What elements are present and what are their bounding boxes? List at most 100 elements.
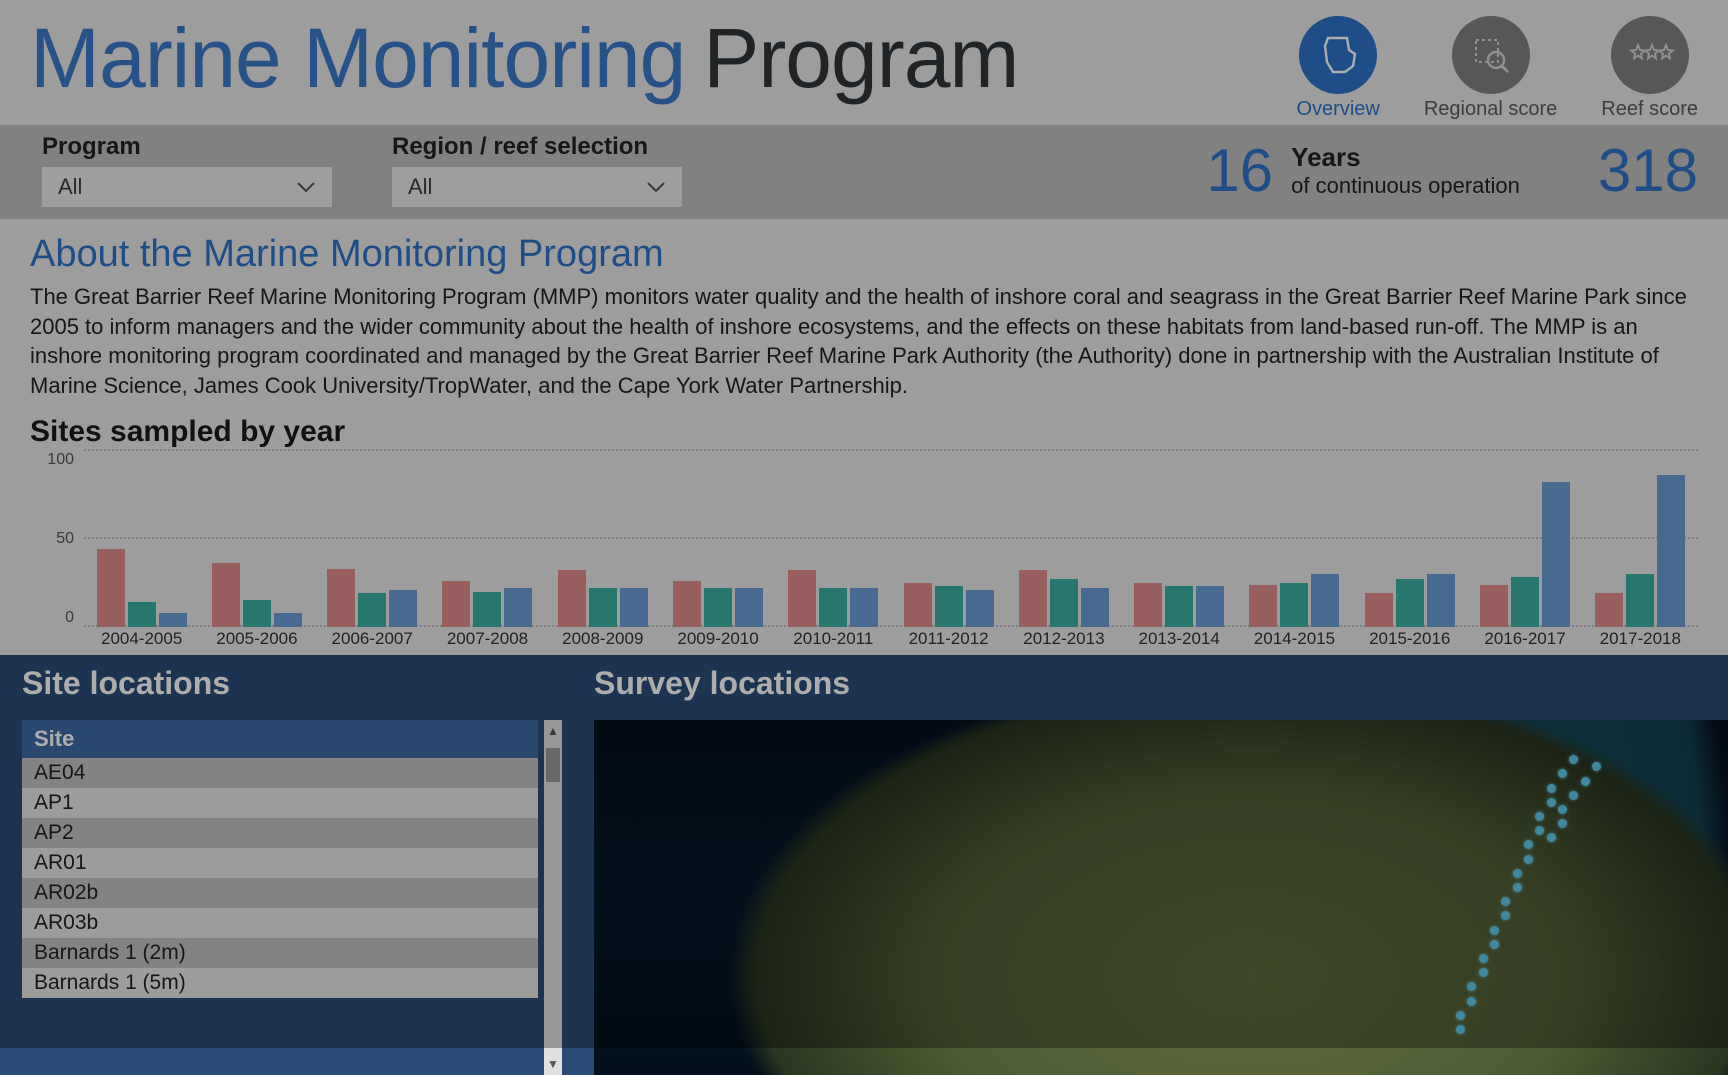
survey-site-marker[interactable] <box>1501 911 1510 920</box>
table-row[interactable]: AE04 <box>22 758 538 788</box>
year-group <box>1122 451 1237 627</box>
bar[interactable] <box>1249 585 1277 627</box>
survey-site-marker[interactable] <box>1547 833 1556 842</box>
bar[interactable] <box>673 581 701 627</box>
survey-site-marker[interactable] <box>1490 926 1499 935</box>
bar[interactable] <box>1511 577 1539 626</box>
bar[interactable] <box>442 581 470 627</box>
region-select[interactable]: All <box>392 167 682 207</box>
year-group <box>891 451 1006 627</box>
survey-site-marker[interactable] <box>1558 769 1567 778</box>
tab-regional-score[interactable]: Regional score <box>1424 16 1557 121</box>
bar[interactable] <box>389 590 417 627</box>
bar[interactable] <box>97 549 125 626</box>
bar[interactable] <box>558 570 586 626</box>
scroll-up-icon[interactable]: ▲ <box>544 720 562 742</box>
bar[interactable] <box>327 569 355 627</box>
bar[interactable] <box>1050 579 1078 627</box>
year-group <box>776 451 891 627</box>
bar[interactable] <box>1365 593 1393 626</box>
bar[interactable] <box>935 586 963 626</box>
survey-site-marker[interactable] <box>1467 982 1476 991</box>
survey-site-marker[interactable] <box>1513 869 1522 878</box>
bar[interactable] <box>1595 593 1623 626</box>
program-select[interactable]: All <box>42 167 332 207</box>
survey-site-marker[interactable] <box>1569 791 1578 800</box>
survey-site-marker[interactable] <box>1547 798 1556 807</box>
bar[interactable] <box>212 563 240 626</box>
year-group <box>315 451 430 627</box>
years-caption-2: of continuous operation <box>1291 173 1520 199</box>
survey-site-marker[interactable] <box>1558 819 1567 828</box>
x-tick: 2010-2011 <box>776 629 891 651</box>
bar[interactable] <box>704 588 732 627</box>
table-row[interactable]: AR03b <box>22 908 538 938</box>
site-table[interactable]: Site AE04AP1AP2AR01AR02bAR03bBarnards 1 … <box>22 720 538 1075</box>
bar[interactable] <box>159 613 187 627</box>
x-tick: 2017-2018 <box>1583 629 1698 651</box>
survey-site-marker[interactable] <box>1513 883 1522 892</box>
survey-site-marker[interactable] <box>1501 897 1510 906</box>
survey-site-marker[interactable] <box>1490 940 1499 949</box>
bar[interactable] <box>243 600 271 626</box>
year-group <box>1237 451 1352 627</box>
survey-site-marker[interactable] <box>1535 826 1544 835</box>
bar[interactable] <box>274 613 302 627</box>
survey-site-marker[interactable] <box>1479 954 1488 963</box>
survey-site-marker[interactable] <box>1456 1011 1465 1020</box>
bar[interactable] <box>1081 588 1109 627</box>
survey-site-marker[interactable] <box>1467 997 1476 1006</box>
survey-site-marker[interactable] <box>1524 855 1533 864</box>
year-group <box>545 451 660 627</box>
scroll-thumb[interactable] <box>546 748 560 782</box>
site-scrollbar[interactable]: ▲ ▼ <box>544 720 562 1075</box>
bar[interactable] <box>1396 579 1424 627</box>
bar[interactable] <box>1019 570 1047 626</box>
table-row[interactable]: Barnards 1 (5m) <box>22 968 538 998</box>
table-row[interactable]: AR02b <box>22 878 538 908</box>
bar[interactable] <box>504 588 532 627</box>
survey-site-marker[interactable] <box>1581 777 1590 786</box>
bar[interactable] <box>1480 585 1508 627</box>
bar[interactable] <box>589 588 617 627</box>
bar[interactable] <box>358 593 386 626</box>
bar[interactable] <box>1657 475 1685 626</box>
survey-site-marker[interactable] <box>1547 784 1556 793</box>
bar[interactable] <box>904 583 932 627</box>
bar[interactable] <box>1165 586 1193 626</box>
table-row[interactable]: AP2 <box>22 818 538 848</box>
bar[interactable] <box>1626 574 1654 627</box>
bar[interactable] <box>966 590 994 627</box>
about-section: About the Marine Monitoring Program The … <box>0 219 1728 407</box>
bar[interactable] <box>850 588 878 627</box>
survey-site-marker[interactable] <box>1592 762 1601 771</box>
survey-site-marker[interactable] <box>1479 968 1488 977</box>
survey-map[interactable] <box>594 720 1728 1075</box>
bar[interactable] <box>1196 586 1224 626</box>
survey-site-marker[interactable] <box>1524 840 1533 849</box>
bar[interactable] <box>788 570 816 626</box>
year-group <box>84 451 199 627</box>
survey-site-marker[interactable] <box>1535 812 1544 821</box>
bar[interactable] <box>1280 583 1308 627</box>
table-row[interactable]: AP1 <box>22 788 538 818</box>
tab-overview[interactable]: Overview <box>1297 16 1380 121</box>
survey-site-marker[interactable] <box>1569 755 1578 764</box>
bar[interactable] <box>128 602 156 627</box>
table-row[interactable]: AR01 <box>22 848 538 878</box>
survey-site-marker[interactable] <box>1558 805 1567 814</box>
bar[interactable] <box>735 588 763 627</box>
scroll-down-icon[interactable]: ▼ <box>544 1053 562 1075</box>
bar[interactable] <box>819 588 847 627</box>
bar[interactable] <box>1542 482 1570 626</box>
about-heading: About the Marine Monitoring Program <box>30 233 1698 276</box>
tab-reef-score[interactable]: Reef score <box>1601 16 1698 121</box>
survey-site-marker[interactable] <box>1456 1025 1465 1034</box>
bar[interactable] <box>1134 583 1162 627</box>
bar[interactable] <box>620 588 648 627</box>
y-tick: 50 <box>56 530 74 548</box>
bar[interactable] <box>473 592 501 627</box>
bar[interactable] <box>1311 574 1339 627</box>
bar[interactable] <box>1427 574 1455 627</box>
table-row[interactable]: Barnards 1 (2m) <box>22 938 538 968</box>
